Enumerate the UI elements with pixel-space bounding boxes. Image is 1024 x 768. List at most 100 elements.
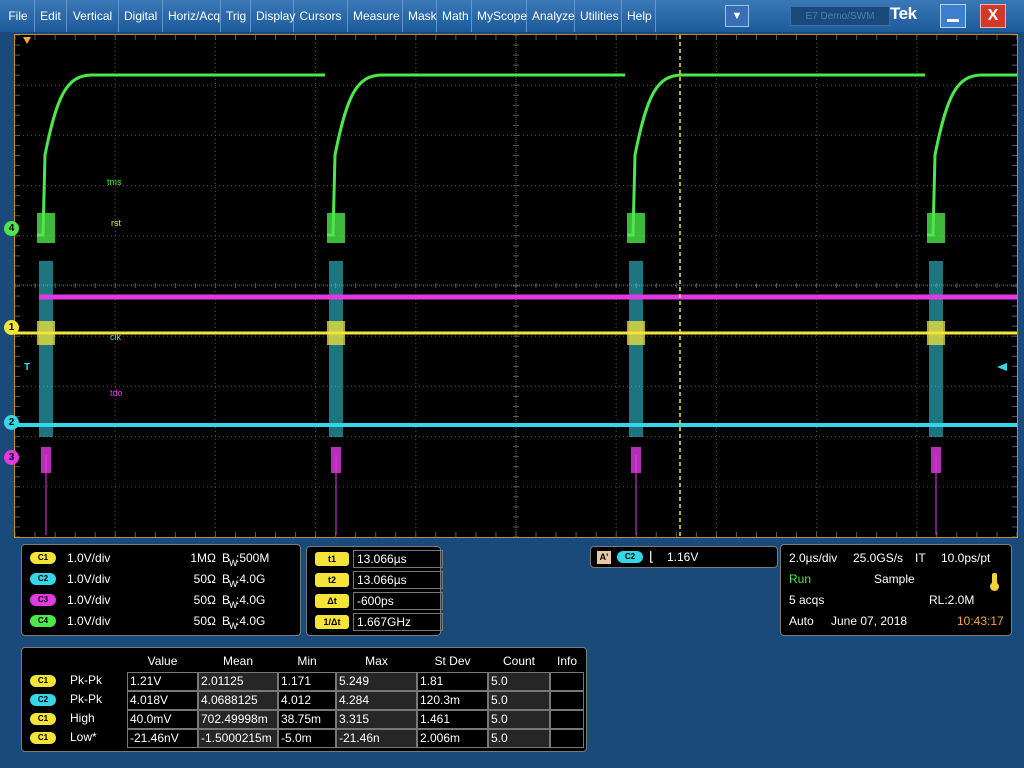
cursor-value: 1.667GHz [353, 613, 443, 631]
rst-burst-4 [927, 321, 945, 345]
channel-marker-3[interactable]: 3 [4, 450, 19, 465]
measurement-cell: 5.0 [488, 710, 550, 729]
measurement-cell: -1.5000215m [198, 729, 278, 748]
menu-trig[interactable]: Trig [221, 0, 251, 32]
waveform-display[interactable]: 4 1 2 3 tms rst clk tdo T [4, 34, 1018, 538]
measurement-cell: 4.0688125 [198, 691, 278, 710]
sample-rate: 25.0GS/s [853, 551, 904, 565]
menu-help[interactable]: Help [622, 0, 656, 32]
menu-utilities[interactable]: Utilities [575, 0, 622, 32]
channel-chip: C3 [30, 594, 56, 606]
trigger-time-marker: T [24, 362, 31, 373]
menu-mask[interactable]: Mask [403, 0, 437, 32]
rst-burst-3 [627, 321, 645, 345]
menu-dropdown-button[interactable]: ▼ [725, 5, 749, 27]
channel-marker-2[interactable]: 2 [4, 415, 19, 430]
waveform-label-tdo: tdo [110, 388, 123, 398]
menu-digital[interactable]: Digital [119, 0, 163, 32]
channel-row-2[interactable]: C2 1.0V/div 50Ω B W:4.0G [30, 570, 300, 589]
measurement-cell: 5.0 [488, 729, 550, 748]
trigger-mode: Auto [789, 614, 814, 628]
measurement-name: Pk-Pk [70, 673, 103, 687]
cursor-row-1[interactable]: t1 13.066µs [315, 550, 443, 568]
channel-scale: 1.0V/div [67, 572, 111, 586]
cursor-row-4[interactable]: 1/Δt 1.667GHz [315, 613, 443, 631]
measurement-row[interactable]: C2 Pk-Pk 4.018V 4.0688125 4.012 4.284 120.3m 5.… [30, 691, 584, 710]
channel-bw-value: :4.0G [236, 593, 266, 607]
trigger-readout[interactable]: A' C2 ⌊ 1.16V [590, 546, 778, 568]
measurement-name: Low* [70, 730, 97, 744]
measurement-header: Mean [222, 654, 254, 668]
menu-horizacq[interactable]: Horiz/Acq [163, 0, 221, 32]
cursor-row-2[interactable]: t2 13.066µs [315, 571, 443, 589]
cursor-tag: 1/Δt [315, 615, 349, 629]
measurement-cell [550, 672, 584, 691]
tms-burst-3 [627, 213, 645, 243]
measurement-name: High [70, 711, 95, 725]
menu-myscope[interactable]: MyScope [472, 0, 527, 32]
time-per-div: 2.0µs/div [789, 551, 838, 565]
measurement-cell: 4.284 [336, 691, 417, 710]
measurement-cell: -21.46nV [127, 729, 198, 748]
measurement-table[interactable]: Value Mean Min Max St Dev Count Info C1 Pk-Pk 1.2… [21, 647, 587, 752]
channel-chip: C2 [30, 573, 56, 585]
measurement-source-chip: C2 [30, 694, 56, 706]
trigger-level-arrow-icon [997, 363, 1007, 371]
menu-bar: File Edit Vertical Digital Horiz/Acq Trig Disp… [0, 0, 1024, 32]
trigger-position-marker [23, 37, 31, 44]
menu-math[interactable]: Math [437, 0, 472, 32]
timebase-panel[interactable]: 2.0µs/div 25.0GS/s IT 10.0ps/pt Run Samp… [780, 544, 1012, 636]
measurement-header: St Dev [434, 654, 471, 668]
menu-vertical[interactable]: Vertical [67, 0, 119, 32]
channel-row-4[interactable]: C4 1.0V/div 50Ω B W:4.0G [30, 612, 300, 631]
channel-marker-4[interactable]: 4 [4, 221, 19, 236]
cursor-tag: t1 [315, 552, 349, 566]
graticule-grid [15, 35, 1017, 537]
trigger-source-chip: C2 [617, 551, 643, 563]
measurement-cell [550, 691, 584, 710]
trigger-level: 1.16V [667, 550, 699, 564]
measurement-row[interactable]: C1 Pk-Pk 1.21V 2.01125 1.171 5.249 1.81 5.0 [30, 672, 584, 691]
acq-mode: Sample [874, 572, 915, 586]
clk-burst-1 [39, 261, 53, 437]
measurement-header: Count [502, 654, 536, 668]
channel-settings-panel: C1 1.0V/div 1MΩ B W:500M C2 1.0V/div 50Ω B W:4.0G… [21, 544, 301, 636]
menu-edit[interactable]: Edit [35, 0, 67, 32]
measurement-source-chip: C1 [30, 732, 56, 744]
channel-row-1[interactable]: C1 1.0V/div 1MΩ B W:500M [30, 549, 300, 568]
channel-scale: 1.0V/div [67, 551, 111, 565]
trigger-mode-tag: A' [597, 551, 611, 564]
measurement-cell: 2.01125 [198, 672, 278, 691]
menu-cursors[interactable]: Cursors [294, 0, 348, 32]
clk-burst-3 [629, 261, 643, 437]
measurement-cell: 1.81 [417, 672, 488, 691]
tms-waveform [37, 73, 1017, 237]
measurement-header: Value [147, 654, 178, 668]
acq-time: 10:43:17 [957, 614, 1004, 628]
channel-coupling: 50Ω [193, 572, 216, 586]
waveform-label-tms: tms [107, 177, 122, 187]
menu-analyze[interactable]: Analyze [527, 0, 575, 32]
measurement-row[interactable]: C1 High 40.0mV 702.49998m 38.75m 3.315 1.461 5.… [30, 710, 584, 729]
measurement-row[interactable]: C1 Low* -21.46nV -1.5000215m -5.0m -21.46n 2.0… [30, 729, 584, 748]
cursor-value: 13.066µs [353, 571, 443, 589]
tms-burst-1 [37, 213, 55, 243]
cursor-row-3[interactable]: Δt -600ps [315, 592, 443, 610]
measurement-cell: 5.0 [488, 672, 550, 691]
trigger-slope-icon: ⌊ [649, 549, 655, 564]
rst-burst-2 [327, 321, 345, 345]
channel-bw-value: :4.0G [236, 614, 266, 628]
minimize-button[interactable] [940, 4, 966, 28]
temperature-icon-bulb [990, 582, 999, 591]
menu-display[interactable]: Display [251, 0, 295, 32]
channel-chip: C1 [30, 552, 56, 564]
tms-burst-2 [327, 213, 345, 243]
menu-file[interactable]: File [2, 0, 35, 32]
channel-row-3[interactable]: C3 1.0V/div 50Ω B W:4.0G [30, 591, 300, 610]
channel-coupling: 1MΩ [190, 551, 216, 565]
channel-marker-1[interactable]: 1 [4, 320, 19, 335]
channel-bw-value: :500M [236, 551, 270, 565]
measurement-cell: 1.21V [127, 672, 198, 691]
menu-measure[interactable]: Measure [348, 0, 403, 32]
close-button[interactable]: X [980, 4, 1006, 28]
